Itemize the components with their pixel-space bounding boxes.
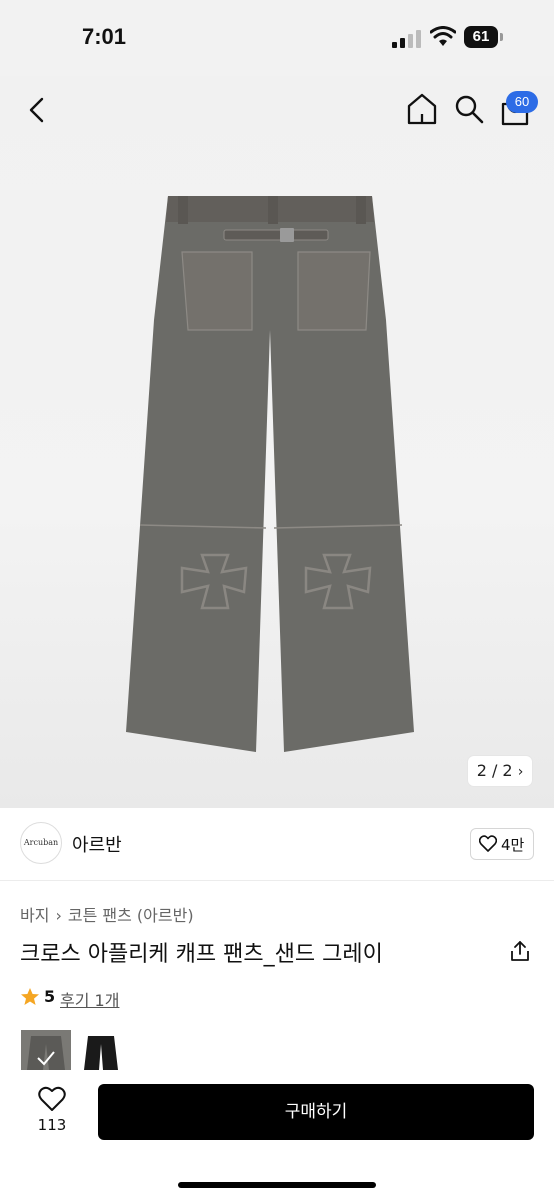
wishlist-button[interactable]: 113 <box>30 1086 74 1146</box>
product-image[interactable] <box>120 180 420 760</box>
cellular-signal-icon <box>392 30 421 48</box>
star-icon <box>21 988 39 1005</box>
cart-count-badge: 60 <box>506 91 538 113</box>
color-thumbnail-gray[interactable] <box>21 1030 71 1070</box>
breadcrumb: 바지 › 코튼 팬츠 (아르반) <box>20 902 194 926</box>
brand-logo[interactable]: Arcuban <box>20 822 62 864</box>
color-thumbnail-black[interactable] <box>76 1030 126 1070</box>
back-icon[interactable] <box>24 96 50 124</box>
status-bar: 7:01 61 <box>0 0 554 76</box>
heart-icon <box>479 835 497 852</box>
home-indicator <box>178 1182 376 1188</box>
battery-level: 61 <box>464 26 498 48</box>
rating-value: 5 <box>44 987 56 1006</box>
heart-icon <box>38 1086 66 1111</box>
search-icon[interactable] <box>454 94 484 124</box>
battery-icon: 61 <box>464 26 504 48</box>
image-counter-text: 2 / 2 <box>476 761 513 780</box>
wishlist-count: 113 <box>37 1116 67 1134</box>
image-counter-button[interactable]: 2 / 2 › <box>468 756 532 786</box>
chevron-right-icon: › <box>517 764 524 780</box>
brand-like-button[interactable]: 4만 <box>470 828 534 860</box>
status-time: 7:01 <box>82 24 127 49</box>
breadcrumb-separator-icon: › <box>55 906 62 925</box>
review-link[interactable]: 후기 1개 <box>60 987 119 1011</box>
brand-name[interactable]: 아르반 <box>72 831 122 857</box>
buy-button[interactable]: 구매하기 <box>98 1084 534 1140</box>
breadcrumb-subcategory[interactable]: 코튼 팬츠 (아르반) <box>68 906 194 925</box>
share-icon[interactable] <box>509 940 531 962</box>
home-icon[interactable] <box>406 92 438 126</box>
product-title: 크로스 아플리케 캐프 팬츠_샌드 그레이 <box>20 942 383 967</box>
wifi-icon <box>430 26 456 46</box>
brand-like-count: 4만 <box>501 836 525 854</box>
breadcrumb-category[interactable]: 바지 <box>20 906 49 925</box>
